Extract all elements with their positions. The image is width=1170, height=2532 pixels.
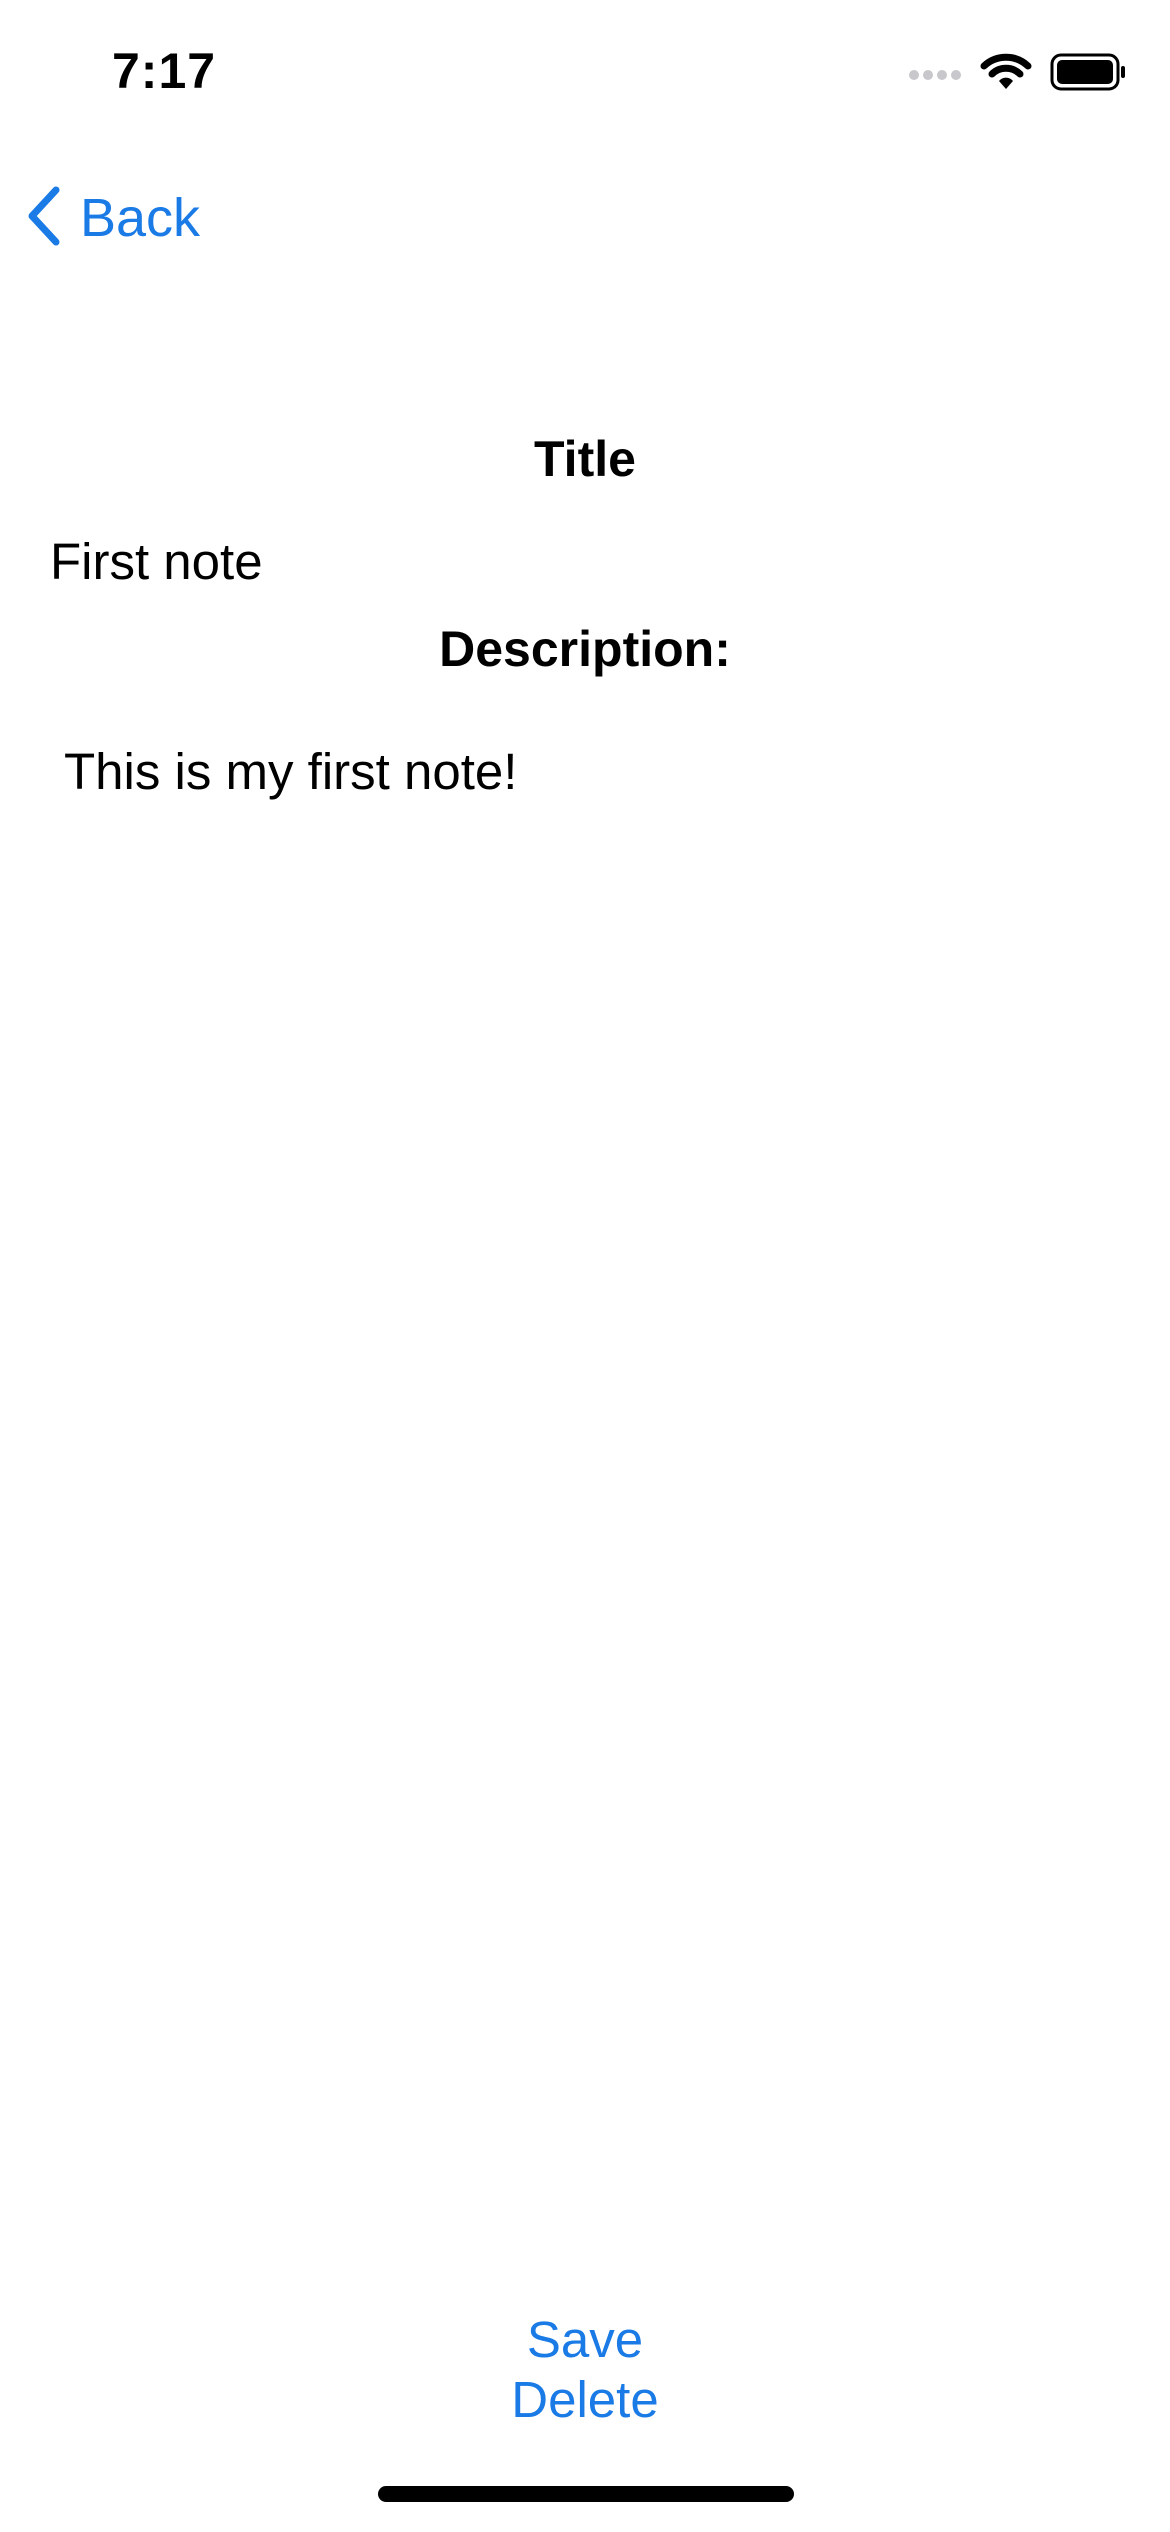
status-icons xyxy=(908,52,1126,97)
wifi-icon xyxy=(980,52,1032,97)
status-bar: 7:17 xyxy=(0,0,1170,150)
title-field[interactable]: First note xyxy=(50,532,263,591)
status-time: 7:17 xyxy=(112,43,217,99)
title-heading: Title xyxy=(534,431,636,487)
description-heading: Description: xyxy=(439,621,731,677)
home-indicator[interactable] xyxy=(378,2486,794,2502)
description-field[interactable]: This is my first note! xyxy=(64,742,1124,2242)
navigation-bar: Back xyxy=(0,160,1170,290)
delete-button[interactable]: Delete xyxy=(0,2370,1170,2429)
battery-icon xyxy=(1050,53,1126,96)
cellular-signal-icon xyxy=(908,62,962,87)
chevron-left-icon xyxy=(26,186,62,251)
save-button[interactable]: Save xyxy=(0,2310,1170,2369)
back-label: Back xyxy=(80,188,201,248)
back-button[interactable]: Back xyxy=(26,178,200,258)
